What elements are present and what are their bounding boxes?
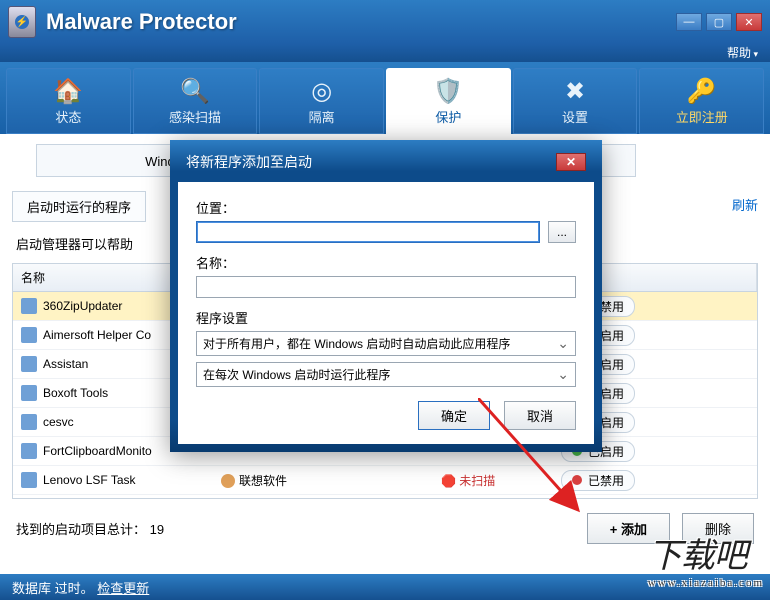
info-icon — [221, 474, 235, 488]
close-button[interactable]: ✕ — [736, 13, 762, 31]
main-nav: 🏠状态 🔍感染扫描 ◎隔离 🛡️保护 ✖设置 🔑立即注册 — [0, 62, 770, 134]
row-name: cesvc — [43, 415, 74, 429]
nav-scan[interactable]: 🔍感染扫描 — [133, 68, 258, 134]
app-icon — [21, 298, 37, 314]
app-icon — [21, 443, 37, 459]
table-row[interactable]: Lenovo LSF Task 联想软件 🛑 未扫描 已禁用 — [13, 466, 757, 495]
ok-button[interactable]: 确定 — [418, 401, 490, 430]
app-icon — [21, 414, 37, 430]
settings-label: 程序设置 — [196, 308, 576, 327]
row-name: Lenovo LSF Task — [43, 473, 136, 487]
nav-protect[interactable]: 🛡️保护 — [386, 68, 511, 134]
maximize-button[interactable]: ▢ — [706, 13, 732, 31]
nav-status[interactable]: 🏠状态 — [6, 68, 131, 134]
row-name: Assistan — [43, 357, 88, 371]
tools-icon: ✖ — [565, 77, 585, 107]
dialog-titlebar: 将新程序添加至启动 ✕ — [178, 148, 594, 182]
watermark: 下载吧 www.xiazaiba.com — [648, 528, 764, 589]
statusbar-update-link[interactable]: 检查更新 — [97, 581, 149, 596]
shield-icon: 🛡️ — [433, 77, 463, 107]
nav-register[interactable]: 🔑立即注册 — [639, 68, 764, 134]
nav-label: 保护 — [435, 107, 461, 126]
footer-row: 找到的启动项目总计： 19 + 添加 删除 — [12, 513, 758, 544]
scope-select[interactable]: 对于所有用户，都在 Windows 启动时自动启动此应用程序 — [196, 331, 576, 356]
status-toggle[interactable]: 已禁用 — [561, 470, 635, 491]
add-program-dialog: 将新程序添加至启动 ✕ 位置： ... 名称： 程序设置 对于所有用户，都在 W… — [170, 140, 602, 452]
key-icon: 🔑 — [687, 77, 717, 107]
cancel-button[interactable]: 取消 — [504, 401, 576, 430]
refresh-link[interactable]: 刷新 — [732, 195, 758, 214]
row-assoc: 🛑 未扫描 — [441, 472, 545, 489]
row-status: 已禁用 — [588, 472, 624, 489]
nav-label: 立即注册 — [676, 107, 728, 126]
app-shield-icon: ⚡ — [8, 6, 36, 38]
app-icon — [21, 385, 37, 401]
nav-settings[interactable]: ✖设置 — [513, 68, 638, 134]
name-label: 名称： — [196, 253, 576, 272]
nav-label: 状态 — [55, 107, 81, 126]
row-name: Boxoft Tools — [43, 386, 108, 400]
status-dot-icon — [572, 475, 582, 485]
nav-quarantine[interactable]: ◎隔离 — [259, 68, 384, 134]
dialog-title: 将新程序添加至启动 — [186, 152, 312, 172]
row-name: FortClipboardMonito — [43, 444, 152, 458]
magnify-icon: 🔍 — [180, 77, 210, 107]
minimize-button[interactable]: — — [676, 13, 702, 31]
nav-label: 设置 — [562, 107, 588, 126]
row-publisher: 联想软件 — [239, 474, 287, 488]
help-row: 帮助 — [0, 44, 770, 62]
titlebar: ⚡ Malware Protector — ▢ ✕ — [0, 0, 770, 44]
app-icon — [21, 472, 37, 488]
location-label: 位置： — [196, 198, 576, 217]
name-input[interactable] — [196, 276, 576, 298]
statusbar-text: 数据库 过时。 — [12, 581, 94, 596]
nav-label: 感染扫描 — [169, 107, 221, 126]
home-icon: 🏠 — [53, 77, 83, 107]
app-title: Malware Protector — [46, 9, 237, 35]
row-name: 360ZipUpdater — [43, 299, 122, 313]
help-link[interactable]: 帮助 — [727, 46, 758, 60]
location-input[interactable] — [196, 221, 540, 243]
startup-section-label: 启动时运行的程序 — [12, 191, 146, 222]
dialog-body: 位置： ... 名称： 程序设置 对于所有用户，都在 Windows 启动时自动… — [178, 182, 594, 444]
target-icon: ◎ — [311, 77, 332, 107]
browse-button[interactable]: ... — [548, 221, 576, 243]
app-icon — [21, 327, 37, 343]
nav-label: 隔离 — [309, 107, 335, 126]
row-name: Aimersoft Helper Co — [43, 328, 151, 342]
app-icon — [21, 356, 37, 372]
count-text: 找到的启动项目总计： 19 — [16, 519, 164, 538]
dialog-close-button[interactable]: ✕ — [556, 153, 586, 171]
frequency-select[interactable]: 在每次 Windows 启动时运行此程序 — [196, 362, 576, 387]
